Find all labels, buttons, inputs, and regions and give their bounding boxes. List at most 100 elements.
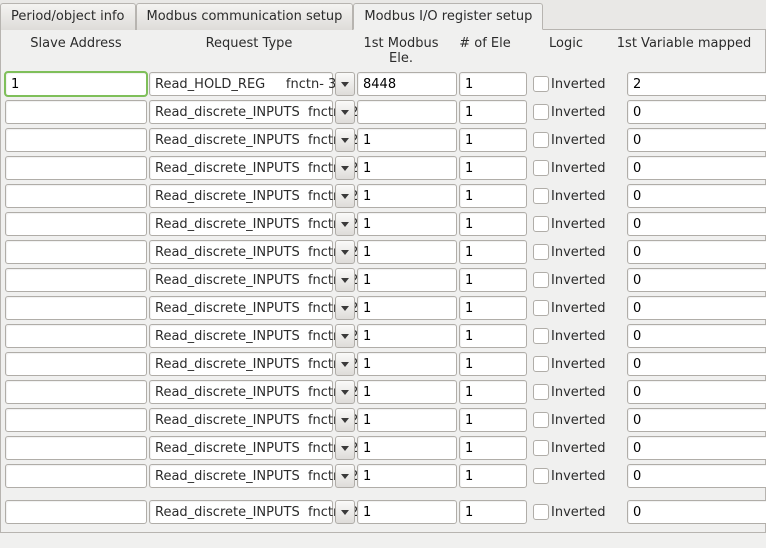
request-type-dropdown-button[interactable] bbox=[335, 100, 355, 124]
first-modbus-ele-input[interactable] bbox=[357, 184, 457, 208]
inverted-checkbox[interactable] bbox=[533, 328, 549, 344]
inverted-checkbox[interactable] bbox=[533, 132, 549, 148]
slave-address-input[interactable] bbox=[5, 72, 147, 96]
slave-address-input[interactable] bbox=[5, 156, 147, 180]
first-variable-mapped-input[interactable] bbox=[627, 212, 766, 236]
slave-address-input[interactable] bbox=[5, 436, 147, 460]
first-modbus-ele-input[interactable] bbox=[357, 436, 457, 460]
num-ele-input[interactable] bbox=[459, 156, 527, 180]
num-ele-input[interactable] bbox=[459, 184, 527, 208]
request-type-select[interactable]: Read_discrete_INPUTS fnctn- 2 bbox=[149, 184, 333, 208]
first-modbus-ele-input[interactable] bbox=[357, 72, 457, 96]
inverted-checkbox[interactable] bbox=[533, 272, 549, 288]
first-modbus-ele-input[interactable] bbox=[357, 212, 457, 236]
inverted-checkbox[interactable] bbox=[533, 468, 549, 484]
first-modbus-ele-input[interactable] bbox=[357, 240, 457, 264]
slave-address-input[interactable] bbox=[5, 100, 147, 124]
request-type-select[interactable]: Read_discrete_INPUTS fnctn- 2 bbox=[149, 212, 333, 236]
first-modbus-ele-input[interactable] bbox=[357, 500, 457, 524]
first-variable-mapped-input[interactable] bbox=[627, 352, 766, 376]
request-type-select[interactable]: Read_discrete_INPUTS fnctn- 2 bbox=[149, 380, 333, 404]
slave-address-input[interactable] bbox=[5, 408, 147, 432]
request-type-dropdown-button[interactable] bbox=[335, 380, 355, 404]
request-type-dropdown-button[interactable] bbox=[335, 296, 355, 320]
request-type-dropdown-button[interactable] bbox=[335, 324, 355, 348]
first-variable-mapped-input[interactable] bbox=[627, 184, 766, 208]
request-type-dropdown-button[interactable] bbox=[335, 72, 355, 96]
inverted-checkbox[interactable] bbox=[533, 356, 549, 372]
num-ele-input[interactable] bbox=[459, 436, 527, 460]
request-type-select[interactable]: Read_discrete_INPUTS fnctn- 2 bbox=[149, 296, 333, 320]
first-modbus-ele-input[interactable] bbox=[357, 268, 457, 292]
num-ele-input[interactable] bbox=[459, 500, 527, 524]
num-ele-input[interactable] bbox=[459, 72, 527, 96]
inverted-checkbox[interactable] bbox=[533, 440, 549, 456]
first-variable-mapped-input[interactable] bbox=[627, 296, 766, 320]
request-type-select[interactable]: Read_HOLD_REG fnctn- 3 bbox=[149, 72, 333, 96]
request-type-select[interactable]: Read_discrete_INPUTS fnctn- 2 bbox=[149, 128, 333, 152]
tab-modbus-io-register-setup[interactable]: Modbus I/O register setup bbox=[353, 3, 543, 30]
tab-modbus-comm-setup[interactable]: Modbus communication setup bbox=[136, 3, 354, 30]
request-type-select[interactable]: Read_discrete_INPUTS fnctn- 2 bbox=[149, 352, 333, 376]
request-type-dropdown-button[interactable] bbox=[335, 268, 355, 292]
slave-address-input[interactable] bbox=[5, 296, 147, 320]
request-type-dropdown-button[interactable] bbox=[335, 156, 355, 180]
request-type-dropdown-button[interactable] bbox=[335, 500, 355, 524]
request-type-select[interactable]: Read_discrete_INPUTS fnctn- 2 bbox=[149, 100, 333, 124]
slave-address-input[interactable] bbox=[5, 380, 147, 404]
inverted-checkbox[interactable] bbox=[533, 216, 549, 232]
first-variable-mapped-input[interactable] bbox=[627, 436, 766, 460]
request-type-dropdown-button[interactable] bbox=[335, 184, 355, 208]
inverted-checkbox[interactable] bbox=[533, 188, 549, 204]
num-ele-input[interactable] bbox=[459, 408, 527, 432]
first-variable-mapped-input[interactable] bbox=[627, 464, 766, 488]
first-modbus-ele-input[interactable] bbox=[357, 156, 457, 180]
slave-address-input[interactable] bbox=[5, 240, 147, 264]
inverted-checkbox[interactable] bbox=[533, 160, 549, 176]
inverted-checkbox[interactable] bbox=[533, 104, 549, 120]
slave-address-input[interactable] bbox=[5, 500, 147, 524]
slave-address-input[interactable] bbox=[5, 184, 147, 208]
first-variable-mapped-input[interactable] bbox=[627, 128, 766, 152]
first-variable-mapped-input[interactable] bbox=[627, 380, 766, 404]
first-variable-mapped-input[interactable] bbox=[627, 100, 766, 124]
inverted-checkbox[interactable] bbox=[533, 76, 549, 92]
first-variable-mapped-input[interactable] bbox=[627, 268, 766, 292]
first-variable-mapped-input[interactable] bbox=[627, 500, 766, 524]
first-modbus-ele-input[interactable] bbox=[357, 100, 457, 124]
request-type-dropdown-button[interactable] bbox=[335, 240, 355, 264]
request-type-dropdown-button[interactable] bbox=[335, 128, 355, 152]
request-type-dropdown-button[interactable] bbox=[335, 212, 355, 236]
num-ele-input[interactable] bbox=[459, 324, 527, 348]
first-variable-mapped-input[interactable] bbox=[627, 240, 766, 264]
first-modbus-ele-input[interactable] bbox=[357, 408, 457, 432]
first-variable-mapped-input[interactable] bbox=[627, 408, 766, 432]
first-modbus-ele-input[interactable] bbox=[357, 128, 457, 152]
num-ele-input[interactable] bbox=[459, 268, 527, 292]
request-type-dropdown-button[interactable] bbox=[335, 464, 355, 488]
num-ele-input[interactable] bbox=[459, 240, 527, 264]
num-ele-input[interactable] bbox=[459, 380, 527, 404]
num-ele-input[interactable] bbox=[459, 464, 527, 488]
first-modbus-ele-input[interactable] bbox=[357, 380, 457, 404]
request-type-dropdown-button[interactable] bbox=[335, 436, 355, 460]
num-ele-input[interactable] bbox=[459, 128, 527, 152]
first-modbus-ele-input[interactable] bbox=[357, 324, 457, 348]
num-ele-input[interactable] bbox=[459, 352, 527, 376]
first-variable-mapped-input[interactable] bbox=[627, 324, 766, 348]
request-type-select[interactable]: Read_discrete_INPUTS fnctn- 2 bbox=[149, 436, 333, 460]
request-type-select[interactable]: Read_discrete_INPUTS fnctn- 2 bbox=[149, 464, 333, 488]
inverted-checkbox[interactable] bbox=[533, 384, 549, 400]
inverted-checkbox[interactable] bbox=[533, 504, 549, 520]
slave-address-input[interactable] bbox=[5, 324, 147, 348]
first-modbus-ele-input[interactable] bbox=[357, 352, 457, 376]
slave-address-input[interactable] bbox=[5, 212, 147, 236]
slave-address-input[interactable] bbox=[5, 128, 147, 152]
inverted-checkbox[interactable] bbox=[533, 412, 549, 428]
slave-address-input[interactable] bbox=[5, 268, 147, 292]
request-type-select[interactable]: Read_discrete_INPUTS fnctn- 2 bbox=[149, 156, 333, 180]
slave-address-input[interactable] bbox=[5, 352, 147, 376]
first-modbus-ele-input[interactable] bbox=[357, 296, 457, 320]
request-type-select[interactable]: Read_discrete_INPUTS fnctn- 2 bbox=[149, 324, 333, 348]
request-type-select[interactable]: Read_discrete_INPUTS fnctn- 2 bbox=[149, 240, 333, 264]
